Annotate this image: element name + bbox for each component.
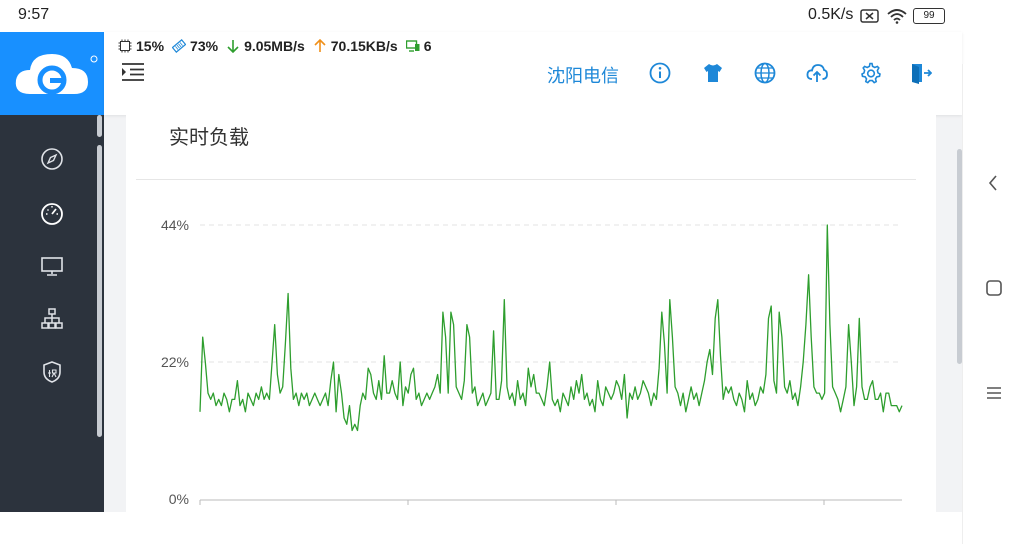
download-speed: 9.05MB/s	[244, 38, 305, 54]
menu-indent-icon[interactable]	[120, 62, 146, 82]
panel-title: 实时负载	[169, 127, 249, 149]
y-tick-label: 0%	[169, 491, 189, 507]
realtime-load-panel: 实时负载 44% 22% 0%	[126, 115, 936, 512]
cpu-usage: 15%	[136, 38, 165, 54]
system-nav-rail	[957, 64, 1024, 544]
system-stats: 15% 73% 9.05MB/s 70.15KB/s 6	[118, 38, 432, 54]
globe-icon[interactable]	[754, 62, 776, 84]
network-speed: 0.5K/s	[808, 6, 854, 23]
cloud-upload-icon[interactable]	[806, 62, 828, 84]
sidebar-scrollbar-top	[97, 115, 102, 137]
status-bar: 9:57 0.5K/s 99	[0, 0, 1024, 32]
realtime-load-chart: 44% 22% 0%	[161, 217, 903, 507]
home-square-icon[interactable]	[985, 279, 1003, 297]
back-chevron-icon[interactable]	[985, 174, 1003, 192]
logo	[0, 32, 104, 115]
gear-icon[interactable]	[859, 62, 881, 84]
upload-speed: 70.15KB/s	[330, 38, 398, 54]
header: 15% 73% 9.05MB/s 70.15KB/s 6 沈阳电信	[104, 32, 962, 115]
download-arrow-icon	[227, 40, 239, 53]
router-app: 15% 73% 9.05MB/s 70.15KB/s 6 沈阳电信 实时负载 4…	[0, 32, 1024, 544]
memory-usage: 73%	[190, 38, 219, 54]
shield-icon[interactable]	[40, 360, 64, 384]
cloud-logo-icon	[15, 54, 98, 95]
battery-icon: 99	[913, 8, 945, 24]
device-count: 6	[423, 38, 432, 54]
sidebar	[0, 115, 104, 512]
y-tick-label: 44%	[161, 217, 189, 233]
theme-shirt-icon[interactable]	[702, 62, 724, 84]
page-scrollbar[interactable]	[957, 149, 962, 364]
devices-icon	[405, 40, 420, 52]
upload-arrow-icon	[314, 39, 326, 52]
clock: 9:57	[18, 6, 50, 23]
notification-mute-icon	[860, 9, 879, 23]
logout-icon[interactable]	[910, 62, 932, 84]
monitor-icon[interactable]	[40, 254, 64, 278]
dashboard-gauge-icon[interactable]	[40, 201, 64, 225]
y-tick-label: 22%	[161, 354, 189, 370]
memory-icon	[172, 39, 187, 53]
cpu-icon	[118, 39, 132, 53]
wifi-icon	[887, 9, 907, 24]
compass-icon[interactable]	[40, 147, 64, 171]
sidebar-scrollbar[interactable]	[97, 145, 102, 437]
load-series-line	[199, 224, 903, 432]
panel-divider	[136, 179, 916, 180]
network-icon[interactable]	[40, 307, 64, 331]
info-icon[interactable]	[649, 62, 671, 84]
isp-label[interactable]: 沈阳电信	[547, 62, 619, 88]
recents-menu-icon[interactable]	[985, 384, 1003, 402]
